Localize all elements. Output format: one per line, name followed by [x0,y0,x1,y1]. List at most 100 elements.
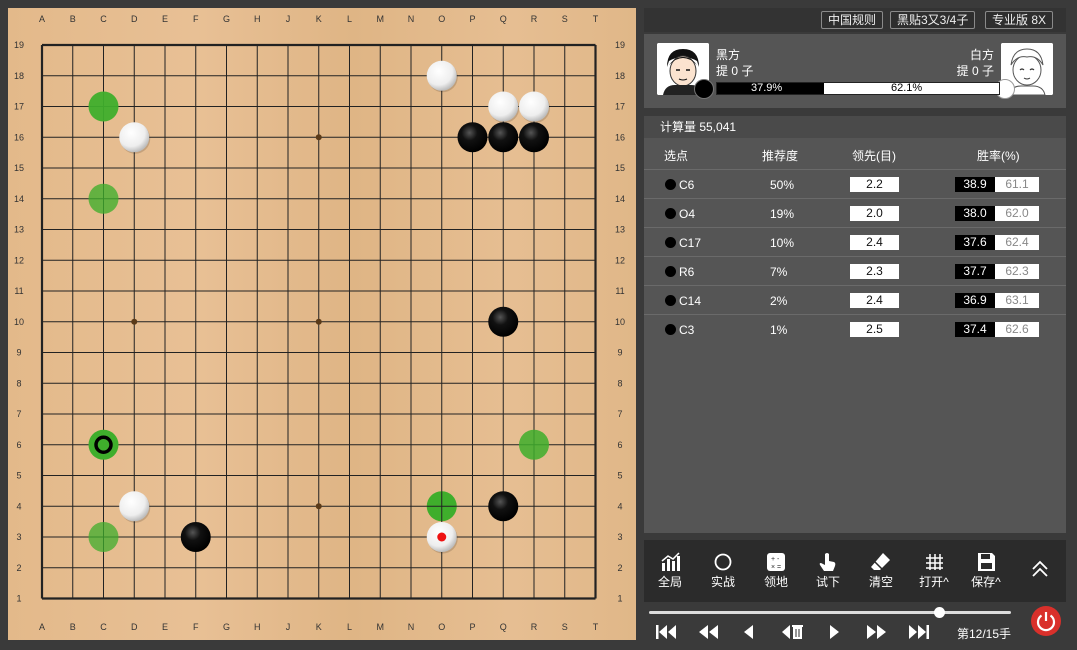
column-label: B [70,14,76,24]
last-move-icon[interactable] [907,622,931,642]
suggested-move-marker[interactable] [88,522,119,552]
territory-button[interactable]: + - × = 领地 [756,552,796,592]
engine-tag[interactable]: 专业版 8X [985,11,1054,29]
row-move: C17 [679,236,702,250]
row-label: 11 [615,286,624,296]
open-button[interactable]: 打开^ [914,552,954,592]
power-button[interactable] [1031,606,1061,636]
white-stone[interactable] [119,491,150,522]
black-stone[interactable] [180,522,211,552]
column-label: R [531,622,538,632]
suggested-move-marker[interactable] [88,91,119,122]
try-move-button[interactable]: 试下 [808,552,848,592]
analysis-row[interactable]: O4 19% 2.0 38.0 62.0 [644,198,1066,227]
fast-forward-icon[interactable] [865,622,889,642]
row-label: 4 [16,501,21,511]
black-stone[interactable] [488,491,519,522]
overview-button[interactable]: 全局 [650,552,690,592]
row-lead: 2.4 [850,293,899,308]
row-recommend: 1% [770,323,788,337]
board-canvas[interactable]: AABBCCDDEEFFGGHHJJKKLLMMNNOOPPQQRRSSTT19… [8,8,636,640]
column-label: M [377,622,385,632]
white-stone[interactable] [426,60,457,91]
move-slider-handle[interactable] [933,607,945,618]
column-label: T [593,14,599,24]
row-label: 15 [14,163,24,173]
black-stone[interactable] [488,122,519,153]
column-label: D [131,14,138,24]
column-label: K [316,14,322,24]
row-label: 12 [615,255,625,265]
toolbar: 全局 实战 + - × = 领地 试下 清空 打开^ 保存^ [644,540,1066,602]
grid-icon [926,554,943,570]
row-move: R6 [679,265,695,279]
power-icon [1036,612,1056,632]
prev-move-icon[interactable] [741,622,757,642]
row-label: 17 [615,102,625,112]
analysis-row[interactable]: C3 1% 2.5 37.4 62.6 [644,314,1066,343]
row-move: C14 [679,294,702,308]
next-move-icon[interactable] [826,622,842,642]
analysis-row[interactable]: C6 50% 2.2 38.9 61.1 [644,169,1066,198]
row-label: 6 [16,440,21,450]
black-stone-icon [665,208,676,219]
expand-button[interactable] [1020,558,1060,598]
row-recommend: 50% [770,178,795,192]
row-label: 2 [617,563,622,573]
open-label: 打开^ [919,575,949,589]
row-recommend: 2% [770,294,788,308]
rule-tag[interactable]: 中国规则 [821,11,884,29]
save-label: 保存^ [971,575,1001,589]
save-button[interactable]: 保存^ [966,552,1006,592]
row-label: 19 [615,40,625,50]
column-label: N [408,14,415,24]
row-label: 6 [617,440,622,450]
analysis-row[interactable]: C17 10% 2.4 37.6 62.4 [644,227,1066,256]
column-label: T [593,622,599,632]
row-label: 15 [615,163,625,173]
column-label: M [377,14,385,24]
black-stone-icon [665,179,676,190]
undo-delete-icon[interactable] [781,622,805,642]
clear-button[interactable]: 清空 [861,552,901,592]
column-label: S [562,622,568,632]
column-label: F [193,14,199,24]
hand-pointer-icon [819,553,836,571]
row-black-winrate: 37.4 [955,322,995,337]
move-slider[interactable] [649,611,1011,614]
row-lead: 2.2 [850,177,899,192]
analysis-row[interactable]: R6 7% 2.3 37.7 62.3 [644,256,1066,285]
best-move-marker[interactable] [88,429,119,460]
go-board[interactable]: A A B B C C D D E E F F G G H H J J K K L L M M N N O O P P Q Q R R S S T T 19… [8,8,636,640]
actual-game-button[interactable]: 实战 [703,552,743,592]
suggested-move-marker[interactable] [88,183,119,214]
calc-count: 计算量 55,041 [644,116,1066,138]
black-stone-icon [665,266,676,277]
row-move: C6 [679,178,695,192]
column-label: O [438,622,445,632]
row-label: 9 [16,348,21,358]
row-label: 13 [14,225,24,235]
header-move: 选点 [664,149,689,163]
black-stone-icon [665,295,676,306]
first-move-icon[interactable] [654,622,678,642]
last-move-marker [437,532,447,542]
black-stone[interactable] [457,122,488,153]
column-label: L [347,622,352,632]
row-black-winrate: 38.0 [955,206,995,221]
black-stone[interactable] [488,306,519,337]
rewind-icon[interactable] [696,622,720,642]
komi-tag[interactable]: 黑贴3又3/4子 [890,11,976,29]
analysis-row[interactable]: C14 2% 2.4 36.9 63.1 [644,285,1066,314]
black-stone[interactable] [519,122,549,153]
white-stone[interactable] [519,91,549,122]
column-label: K [316,622,322,632]
white-stone[interactable] [488,91,519,122]
column-label: E [162,622,168,632]
row-label: 1 [617,594,622,604]
rules-bar: 中国规则 黑贴3又3/4子 专业版 8X [644,8,1066,32]
white-stone[interactable] [119,122,150,153]
header-recommend: 推荐度 [762,149,799,163]
column-label: Q [500,622,507,632]
suggested-move-marker[interactable] [519,429,549,460]
